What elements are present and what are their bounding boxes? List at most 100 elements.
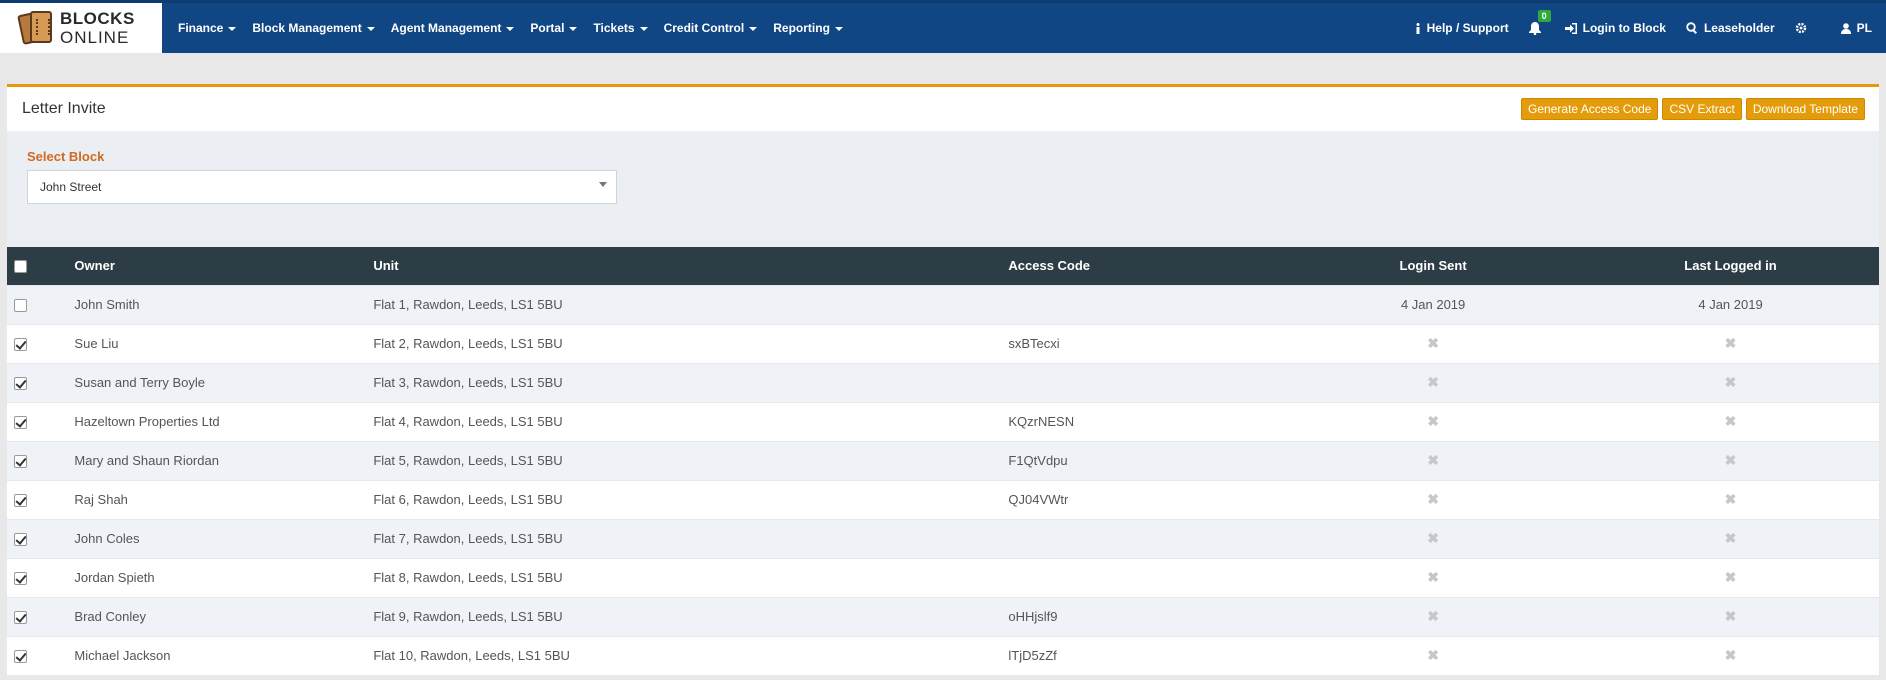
row-checkbox-cell xyxy=(7,597,74,636)
table-row: Sue Liu Flat 2, Rawdon, Leeds, LS1 5BU sxB… xyxy=(7,324,1879,363)
times-icon: ✖ xyxy=(1724,413,1737,429)
row-checkbox[interactable] xyxy=(14,338,27,352)
sign-in-icon xyxy=(1564,22,1577,34)
row-checkbox[interactable] xyxy=(14,572,27,586)
unit-cell: Flat 6, Rawdon, Leeds, LS1 5BU xyxy=(373,492,563,507)
logo-icon xyxy=(17,9,54,47)
caret-down-icon xyxy=(366,26,375,31)
unit-cell: Flat 7, Rawdon, Leeds, LS1 5BU xyxy=(373,531,563,546)
bell-icon xyxy=(1528,21,1541,35)
select-all-checkbox[interactable] xyxy=(14,260,27,274)
caret-down-icon xyxy=(506,26,515,31)
access-code-cell: lTjD5zZf xyxy=(1008,648,1057,664)
table-row: John Coles Flat 7, Rawdon, Leeds, LS1 5BU… xyxy=(7,519,1879,558)
table-row: Jordan Spieth Flat 8, Rawdon, Leeds, LS1 … xyxy=(7,558,1879,597)
header-access-code[interactable]: Access Code xyxy=(1008,247,1284,285)
login-sent-cell: ✖ xyxy=(1284,519,1582,558)
menu-finance[interactable]: Finance xyxy=(170,3,244,53)
notification-count-badge: 0 xyxy=(1537,10,1551,22)
times-icon: ✖ xyxy=(1724,491,1737,507)
times-icon: ✖ xyxy=(1427,530,1439,546)
times-icon: ✖ xyxy=(1724,608,1737,624)
row-checkbox-cell xyxy=(7,402,74,441)
user-icon xyxy=(1840,22,1851,34)
gear-icon xyxy=(1795,22,1806,34)
header-login-sent[interactable]: Login Sent xyxy=(1284,247,1582,285)
notifications-button[interactable]: 0 xyxy=(1519,3,1555,53)
owner-cell: Sue Liu xyxy=(74,336,119,351)
logo-text-line1: BLOCKS xyxy=(60,9,135,28)
login-to-block-link[interactable]: Login to Block xyxy=(1555,3,1676,53)
times-icon: ✖ xyxy=(1427,413,1439,429)
row-checkbox[interactable] xyxy=(14,455,27,469)
login-sent-cell: ✖ xyxy=(1284,324,1582,363)
last-logged-in-cell: ✖ xyxy=(1582,597,1879,636)
owner-cell: Brad Conley xyxy=(74,609,146,624)
header-last-logged-in[interactable]: Last Logged in xyxy=(1582,247,1879,285)
row-checkbox[interactable] xyxy=(14,533,27,547)
table-row: Raj Shah Flat 6, Rawdon, Leeds, LS1 5BU QJ… xyxy=(7,480,1879,519)
unit-cell: Flat 5, Rawdon, Leeds, LS1 5BU xyxy=(373,453,563,468)
table-row: Michael Jackson Flat 10, Rawdon, Leeds, L… xyxy=(7,636,1879,675)
leaseholder-search[interactable]: Leaseholder xyxy=(1676,3,1785,53)
times-icon: ✖ xyxy=(1427,569,1439,585)
times-icon: ✖ xyxy=(1427,374,1439,390)
last-logged-in-cell: ✖ xyxy=(1582,558,1879,597)
search-icon xyxy=(1686,22,1697,34)
chevron-down-icon xyxy=(599,182,607,187)
menu-block-management[interactable]: Block Management xyxy=(244,3,382,53)
user-menu[interactable]: PL xyxy=(1817,3,1886,53)
access-code-cell xyxy=(1008,285,1284,324)
caret-down-icon xyxy=(569,26,578,31)
row-checkbox[interactable] xyxy=(14,611,27,625)
header-unit[interactable]: Unit xyxy=(373,247,1008,285)
menu-portal[interactable]: Portal xyxy=(522,3,585,53)
times-icon: ✖ xyxy=(1427,608,1439,624)
help-support-link[interactable]: Help / Support xyxy=(1405,3,1519,53)
row-checkbox[interactable] xyxy=(14,494,27,508)
last-logged-in-cell: ✖ xyxy=(1582,636,1879,675)
select-block-dropdown[interactable]: John Street xyxy=(27,170,617,204)
menu-tickets[interactable]: Tickets xyxy=(585,3,655,53)
page-title: Letter Invite xyxy=(22,100,106,117)
owner-cell: Susan and Terry Boyle xyxy=(74,375,205,390)
settings-button[interactable] xyxy=(1785,3,1817,53)
row-checkbox[interactable] xyxy=(14,650,27,664)
menu-credit-control[interactable]: Credit Control xyxy=(656,3,766,53)
access-code-cell xyxy=(1008,519,1284,558)
menu-reporting[interactable]: Reporting xyxy=(765,3,851,53)
owner-cell: Michael Jackson xyxy=(74,648,171,664)
invite-table: Owner Unit Access Code Login Sent Last L… xyxy=(7,247,1879,675)
login-sent-cell: ✖ xyxy=(1284,636,1582,675)
owner-cell: Mary and Shaun Riordan xyxy=(74,453,219,468)
times-icon: ✖ xyxy=(1427,491,1439,507)
login-sent-cell: 4 Jan 2019 xyxy=(1284,285,1582,324)
top-navbar: BLOCKS ONLINE Finance Block Management A… xyxy=(0,0,1886,53)
row-checkbox-cell xyxy=(7,480,74,519)
table-row: Susan and Terry Boyle Flat 3, Rawdon, Lee… xyxy=(7,363,1879,402)
row-checkbox[interactable] xyxy=(14,416,27,430)
owner-cell: Hazeltown Properties Ltd xyxy=(74,414,220,429)
last-logged-in-cell: ✖ xyxy=(1582,324,1879,363)
owner-cell: John Smith xyxy=(74,297,140,312)
header-owner[interactable]: Owner xyxy=(74,247,373,285)
row-checkbox[interactable] xyxy=(14,299,27,313)
menu-agent-management[interactable]: Agent Management xyxy=(383,3,523,53)
csv-extract-button[interactable]: CSV Extract xyxy=(1662,98,1742,120)
download-template-button[interactable]: Download Template xyxy=(1745,98,1865,120)
table-row: John Smith Flat 1, Rawdon, Leeds, LS1 5BU… xyxy=(7,285,1879,324)
row-checkbox-cell xyxy=(7,324,74,363)
login-sent-cell: ✖ xyxy=(1284,597,1582,636)
logo[interactable]: BLOCKS ONLINE xyxy=(0,3,162,53)
login-sent-cell: ✖ xyxy=(1284,363,1582,402)
row-checkbox[interactable] xyxy=(14,377,27,391)
owner-cell: Jordan Spieth xyxy=(74,570,155,585)
row-checkbox-cell xyxy=(7,636,74,675)
select-block-value: John Street xyxy=(40,180,102,194)
login-sent-cell: ✖ xyxy=(1284,480,1582,519)
generate-access-code-button[interactable]: Generate Access Code xyxy=(1521,98,1659,120)
last-logged-in-cell: ✖ xyxy=(1582,363,1879,402)
login-sent-cell: ✖ xyxy=(1284,441,1582,480)
owner-cell: Raj Shah xyxy=(74,492,128,507)
row-checkbox-cell xyxy=(7,363,74,402)
